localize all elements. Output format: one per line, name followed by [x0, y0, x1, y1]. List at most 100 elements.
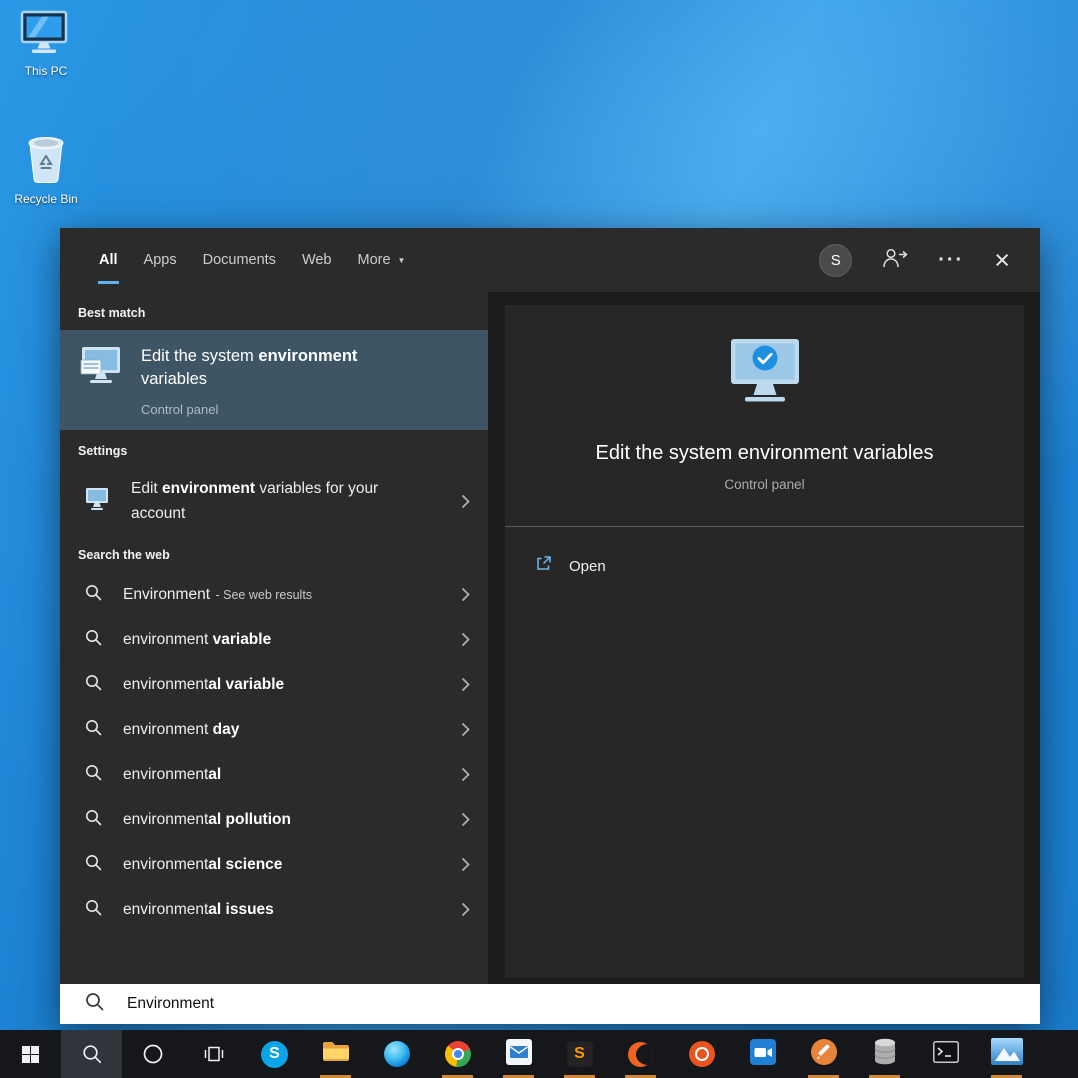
desktop-icon-this-pc[interactable]: This PC — [6, 10, 86, 78]
taskbar-item-crescent-app[interactable] — [610, 1030, 671, 1078]
taskbar-item-photos-app[interactable] — [976, 1030, 1037, 1078]
taskbar-item-mail-app[interactable] — [488, 1030, 549, 1078]
taskbar-item-camera-app[interactable] — [732, 1030, 793, 1078]
edge-browser-icon — [383, 1041, 410, 1067]
taskbar-item-sublime-text[interactable]: S — [549, 1030, 610, 1078]
web-suggestion[interactable]: Environment - See web results — [60, 572, 488, 617]
title-suffix: variables — [141, 370, 208, 388]
task-view-button[interactable] — [183, 1030, 244, 1078]
search-input[interactable] — [127, 995, 1040, 1013]
tab-web-label: Web — [301, 252, 332, 268]
web-suggestion[interactable]: environmental pollution — [60, 797, 488, 842]
suggestion-text: environmental issues — [123, 901, 274, 919]
chrome-browser-icon — [444, 1041, 471, 1067]
text-prefix: environment — [123, 900, 209, 918]
see-web-results-text: - See web results — [212, 587, 313, 602]
open-action[interactable]: Open — [505, 547, 1024, 585]
chevron-right-icon[interactable] — [457, 898, 474, 921]
search-results-body: Best match Edit the system environment v… — [60, 292, 1040, 984]
file-explorer-icon — [322, 1040, 350, 1068]
chevron-right-icon[interactable] — [457, 718, 474, 741]
search-icon — [85, 584, 102, 606]
desktop-icon-recycle-bin[interactable]: Recycle Bin — [6, 134, 86, 206]
best-match-result[interactable]: Edit the system environment variables Co… — [60, 330, 488, 430]
desktop: This PC Recycle Bin All Apps Documents W… — [0, 0, 1078, 1078]
account-env-vars-icon — [84, 487, 110, 516]
section-search-web: Search the web — [78, 548, 170, 562]
search-icon — [85, 674, 102, 696]
web-suggestion[interactable]: environmental science — [60, 842, 488, 887]
user-avatar[interactable]: S — [819, 243, 853, 277]
search-icon — [85, 719, 102, 741]
text-prefix: environment — [123, 765, 209, 783]
pen-app-icon — [810, 1038, 837, 1070]
search-icon — [85, 899, 102, 921]
search-filter-tabbar: All Apps Documents Web More ▼ S ··· × — [60, 228, 1040, 292]
taskbar-search-button[interactable] — [61, 1030, 122, 1078]
taskbar-item-ubuntu[interactable] — [671, 1030, 732, 1078]
chevron-right-icon[interactable] — [457, 628, 474, 651]
system-properties-icon — [78, 345, 124, 392]
text-prefix: environment — [123, 675, 209, 693]
windows-logo-icon — [22, 1045, 39, 1063]
search-icon — [85, 629, 102, 651]
search-input-bar — [60, 984, 1040, 1024]
cortana-button[interactable] — [122, 1030, 183, 1078]
text-match: al — [208, 765, 222, 783]
settings-result[interactable]: Edit environment variables for your acco… — [60, 468, 488, 534]
tab-all[interactable]: All — [86, 228, 131, 292]
preview-card: Edit the system environment variables Co… — [505, 305, 1024, 978]
sublime-text-icon: S — [566, 1041, 593, 1067]
taskbar-item-terminal[interactable] — [915, 1030, 976, 1078]
taskbar-item-edge[interactable] — [366, 1030, 427, 1078]
crescent-app-icon — [628, 1041, 653, 1067]
settings-result-text: Edit environment variables for your acco… — [131, 476, 431, 526]
tab-web[interactable]: Web — [289, 228, 345, 292]
tab-more-label: More — [357, 252, 391, 268]
recycle-bin-icon — [24, 134, 68, 189]
tab-apps[interactable]: Apps — [131, 228, 190, 292]
chevron-right-icon[interactable] — [457, 808, 474, 831]
web-suggestion[interactable]: environmental issues — [60, 887, 488, 932]
taskbar-item-file-explorer[interactable] — [305, 1030, 366, 1078]
chevron-right-icon[interactable] — [457, 583, 474, 606]
text-prefix: environment — [123, 855, 209, 873]
suggestion-text: environmental — [123, 766, 221, 784]
web-suggestion[interactable]: environment variable — [60, 617, 488, 662]
system-monitor-check-icon — [721, 337, 809, 416]
start-button[interactable] — [0, 1030, 61, 1078]
web-suggestion[interactable]: environmental — [60, 752, 488, 797]
terminal-icon — [932, 1040, 959, 1068]
taskbar-item-chrome[interactable] — [427, 1030, 488, 1078]
web-suggestion[interactable]: environment day — [60, 707, 488, 752]
close-icon[interactable]: × — [994, 246, 1010, 274]
text-match: al science — [208, 855, 283, 873]
chevron-right-icon[interactable] — [457, 673, 474, 696]
camera-app-icon — [749, 1038, 776, 1070]
open-label: Open — [569, 557, 606, 575]
title-match: environment — [258, 347, 358, 365]
more-options-icon[interactable]: ··· — [938, 249, 964, 272]
chevron-right-icon[interactable] — [457, 853, 474, 876]
tab-documents[interactable]: Documents — [190, 228, 289, 292]
search-icon — [85, 764, 102, 786]
cortana-circle-icon — [143, 1044, 162, 1064]
results-list-panel: Best match Edit the system environment v… — [60, 292, 488, 984]
suggestion-text: environmental variable — [123, 676, 284, 694]
text-prefix: environment — [123, 630, 213, 648]
this-pc-icon — [20, 10, 72, 61]
taskbar-item-pen-app[interactable] — [793, 1030, 854, 1078]
web-suggestion[interactable]: environmental variable — [60, 662, 488, 707]
title-prefix: Edit the system — [141, 347, 259, 365]
divider — [505, 526, 1024, 527]
preview-title: Edit the system environment variables — [595, 442, 934, 464]
chevron-right-icon[interactable] — [457, 763, 474, 786]
taskbar-item-database-app[interactable] — [854, 1030, 915, 1078]
chevron-right-icon[interactable] — [457, 490, 474, 513]
suggestion-text: environment variable — [123, 631, 271, 649]
section-best-match: Best match — [78, 306, 146, 320]
taskbar-item-skype[interactable]: S — [244, 1030, 305, 1078]
sign-in-icon[interactable] — [882, 248, 908, 273]
tab-more[interactable]: More ▼ — [345, 228, 419, 292]
tabbar-actions: S ··· × — [819, 243, 1040, 277]
